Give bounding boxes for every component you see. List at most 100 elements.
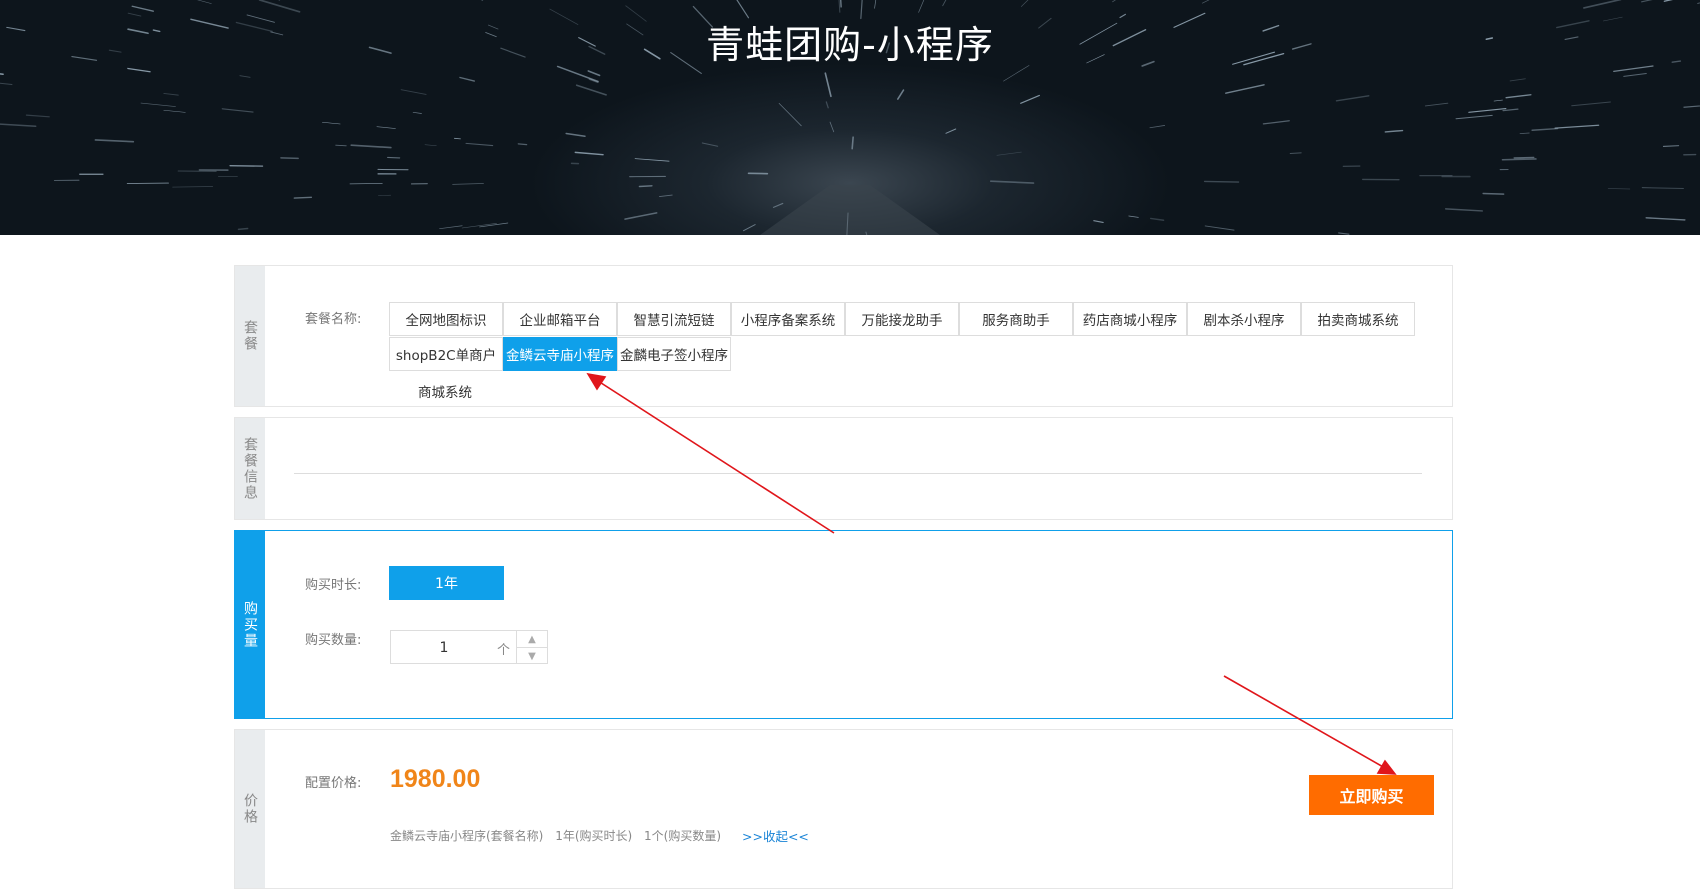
light-streak	[1469, 109, 1506, 113]
package-overflow-text: 商城系统	[418, 381, 472, 401]
light-streak	[1290, 153, 1301, 154]
price-panel: 价格	[234, 729, 1453, 889]
light-streak	[830, 122, 834, 132]
price-amount: 1980.00	[390, 765, 480, 794]
light-streak	[852, 137, 853, 149]
package-option[interactable]: 智慧引流短链	[617, 302, 731, 336]
light-streak	[239, 229, 248, 230]
light-streak	[575, 152, 603, 154]
light-streak	[826, 102, 828, 108]
decrement-arrow-icon[interactable]: ▼	[517, 648, 547, 664]
package-option[interactable]: shopB2C单商户	[389, 337, 503, 371]
quantity-stepper: 个 ▲ ▼	[390, 630, 548, 664]
light-streak	[1624, 73, 1646, 76]
summary-quantity: 1个(购买数量)	[644, 829, 721, 843]
divider	[294, 473, 1422, 474]
package-option[interactable]: 万能接龙助手	[845, 302, 959, 336]
light-streak	[1514, 157, 1534, 158]
summary-package: 金鳞云寺庙小程序(套餐名称)	[390, 829, 543, 843]
package-info-section-tab: 套餐信息	[235, 418, 265, 519]
light-streak	[26, 115, 49, 117]
light-streak	[1506, 95, 1531, 98]
package-option[interactable]: 全网地图标识	[389, 302, 503, 336]
package-info-panel: 套餐信息	[234, 417, 1453, 520]
light-streak	[1150, 125, 1165, 127]
light-streak	[454, 138, 460, 139]
light-streak	[1021, 95, 1040, 103]
quantity-spinner: ▲ ▼	[516, 631, 547, 663]
light-streak	[141, 103, 176, 107]
light-streak	[1555, 125, 1599, 128]
purchase-section-tab: 购买量	[235, 531, 265, 718]
buy-now-button[interactable]: 立即购买	[1309, 775, 1434, 815]
light-streak	[453, 184, 484, 185]
light-streak	[743, 225, 755, 231]
increment-arrow-icon[interactable]: ▲	[517, 631, 547, 648]
package-option[interactable]: 企业邮箱平台	[503, 302, 617, 336]
light-streak	[898, 90, 904, 99]
quantity-input[interactable]	[392, 632, 496, 664]
light-streak	[1503, 109, 1518, 110]
light-streak	[1205, 181, 1239, 182]
light-streak	[222, 109, 253, 112]
light-streak	[1584, 0, 1621, 8]
quantity-unit: 个	[497, 639, 510, 658]
package-option-selected[interactable]: 金鳞云寺庙小程序	[503, 337, 617, 371]
package-option[interactable]: 拍卖商城系统	[1301, 302, 1415, 336]
light-streak	[1520, 133, 1529, 134]
light-streak	[1446, 209, 1483, 211]
light-streak	[1113, 0, 1119, 2]
light-streak	[322, 122, 340, 124]
light-streak	[943, 0, 952, 6]
light-streak	[825, 73, 831, 96]
light-streak	[625, 213, 657, 219]
quantity-label: 购买数量:	[305, 629, 361, 648]
light-streak	[177, 0, 212, 4]
light-streak	[164, 93, 178, 95]
light-streak	[1226, 85, 1264, 93]
package-option[interactable]: 药店商城小程序	[1073, 302, 1187, 336]
light-streak	[991, 181, 1034, 183]
hero-banner: 青蛙团购-小程序	[0, 0, 1700, 235]
light-streak	[1483, 194, 1504, 195]
duration-option-selected[interactable]: 1年	[389, 566, 504, 600]
light-streak	[1205, 226, 1234, 230]
light-streak	[351, 145, 391, 147]
config-price-label: 配置价格:	[305, 772, 361, 791]
light-streak	[466, 143, 493, 145]
light-streak	[378, 195, 390, 196]
light-streak	[1572, 102, 1611, 106]
light-streak	[260, 0, 300, 12]
light-streak	[1456, 115, 1492, 118]
light-streak	[401, 90, 426, 95]
duration-label: 购买时长:	[305, 574, 361, 593]
light-streak	[1532, 129, 1558, 131]
light-streak	[839, 0, 840, 12]
package-option[interactable]: 小程序备案系统	[731, 302, 845, 336]
package-option[interactable]: 服务商助手	[959, 302, 1073, 336]
light-streak	[779, 103, 801, 126]
package-option[interactable]: 剧本杀小程序	[1187, 302, 1301, 336]
page-title: 青蛙团购-小程序	[0, 14, 1700, 69]
light-streak	[1202, 0, 1216, 3]
light-streak	[1094, 221, 1103, 223]
light-streak	[1510, 79, 1525, 81]
light-streak	[1494, 100, 1502, 101]
light-streak	[462, 223, 496, 228]
package-option[interactable]: 金麟电子签小程序	[617, 337, 731, 371]
light-streak	[1503, 159, 1536, 160]
light-streak	[577, 85, 606, 95]
light-streak	[0, 72, 3, 74]
light-streak	[1425, 103, 1448, 106]
light-streak	[0, 82, 12, 85]
light-streak	[1684, 104, 1700, 107]
light-streak	[377, 127, 395, 129]
light-streak	[1663, 146, 1678, 147]
light-streak	[588, 71, 599, 75]
light-streak	[518, 144, 526, 145]
light-streak	[1021, 0, 1042, 7]
light-streak	[425, 145, 436, 146]
light-streak	[294, 197, 311, 198]
collapse-toggle-link[interactable]: >>收起<<	[742, 826, 809, 845]
light-streak	[1642, 188, 1683, 189]
